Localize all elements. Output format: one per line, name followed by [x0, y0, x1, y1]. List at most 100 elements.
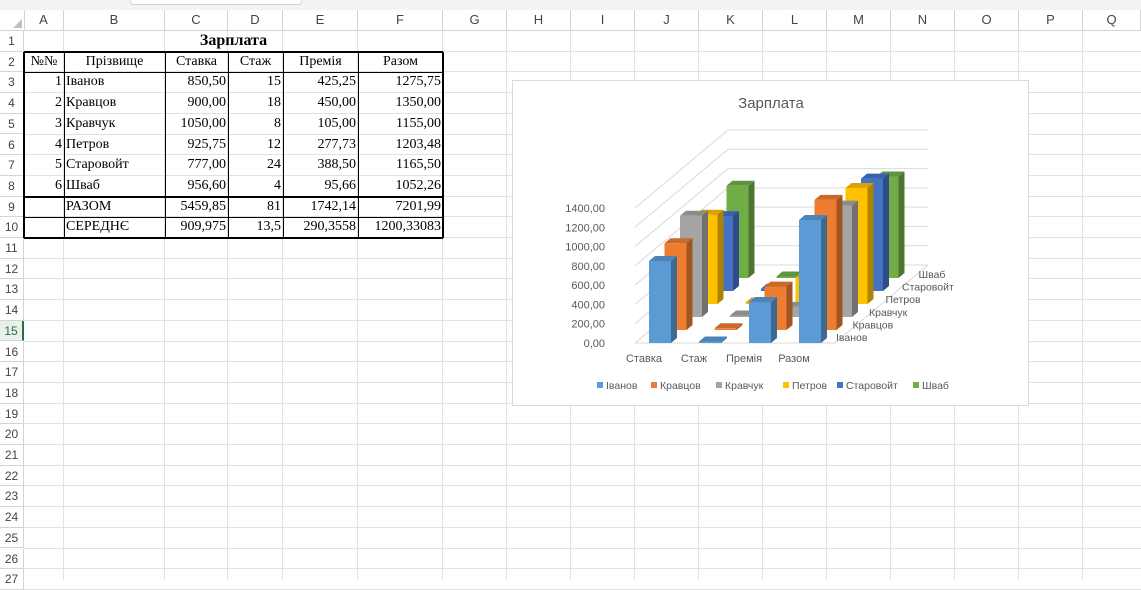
row-header-2[interactable]: 2	[0, 51, 24, 73]
row-header-14[interactable]: 14	[0, 300, 24, 321]
data-cell[interactable]: Шваб	[64, 176, 165, 197]
bar-Іванов-Ставка[interactable]	[649, 255, 677, 343]
data-cell[interactable]: 450,00	[283, 93, 358, 114]
row-header-18[interactable]: 18	[0, 382, 24, 404]
data-cell[interactable]: 1050,00	[165, 114, 228, 135]
data-cell[interactable]: 1165,50	[358, 155, 443, 176]
total-cell[interactable]: 1742,14	[283, 197, 358, 218]
column-header-D[interactable]: D	[228, 10, 283, 30]
row-header-7[interactable]: 7	[0, 155, 24, 176]
data-cell[interactable]: 95,66	[283, 176, 358, 197]
data-cell[interactable]: 1052,26	[358, 176, 443, 197]
column-header-B[interactable]: B	[64, 10, 165, 30]
data-cell[interactable]: 12	[228, 135, 283, 156]
bar-Іванов-Стаж[interactable]	[699, 336, 727, 344]
row-header-13[interactable]: 13	[0, 279, 24, 301]
average-cell[interactable]: 909,975	[165, 217, 228, 238]
table-title-cell[interactable]: Зарплата	[24, 31, 443, 52]
row-header-10[interactable]: 10	[0, 217, 24, 238]
total-cell[interactable]: 7201,99	[358, 197, 443, 218]
data-cell[interactable]: Старовойт	[64, 155, 165, 176]
total-cell[interactable]: 81	[228, 197, 283, 218]
data-cell[interactable]: Іванов	[64, 72, 165, 93]
column-header-F[interactable]: F	[358, 10, 443, 30]
row-header-19[interactable]: 19	[0, 403, 24, 425]
data-cell[interactable]: 2	[24, 93, 64, 114]
data-cell[interactable]: Кравцов	[64, 93, 165, 114]
total-cell[interactable]: 5459,85	[165, 197, 228, 218]
sheet-tab-edge[interactable]	[130, 0, 302, 5]
data-cell[interactable]: 6	[24, 176, 64, 197]
legend-item-Старовойт[interactable]: Старовойт	[837, 380, 898, 392]
data-cell[interactable]: 24	[228, 155, 283, 176]
data-cell[interactable]: 3	[24, 114, 64, 135]
column-header-C[interactable]: C	[165, 10, 228, 30]
column-header-N[interactable]: N	[891, 10, 955, 30]
row-header-5[interactable]: 5	[0, 113, 24, 135]
row-header-21[interactable]: 21	[0, 445, 24, 466]
column-header-G[interactable]: G	[443, 10, 507, 30]
row-header-8[interactable]: 8	[0, 175, 24, 197]
average-cell[interactable]: 290,3558	[283, 217, 358, 238]
row-header-22[interactable]: 22	[0, 465, 24, 487]
average-cell[interactable]: 1200,33083	[358, 217, 443, 238]
row-header-23[interactable]: 23	[0, 486, 24, 508]
data-cell[interactable]: 956,60	[165, 176, 228, 197]
column-header-M[interactable]: M	[827, 10, 891, 30]
bar-Іванов-Разом[interactable]	[799, 214, 827, 343]
average-cell[interactable]: 13,5	[228, 217, 283, 238]
data-cell[interactable]: 1	[24, 72, 64, 93]
column-header-Q[interactable]: Q	[1083, 10, 1141, 30]
row-header-26[interactable]: 26	[0, 548, 24, 570]
row-header-9[interactable]: 9	[0, 196, 24, 218]
header-cell[interactable]: Премія	[283, 52, 358, 73]
salary-chart[interactable]: Зарплата 0,00 200,00 400,00 600,00 800,00 1000…	[512, 80, 1029, 406]
data-cell[interactable]: 1275,75	[358, 72, 443, 93]
header-cell[interactable]: Стаж	[228, 52, 283, 73]
data-cell[interactable]: 105,00	[283, 114, 358, 135]
legend-item-Іванов[interactable]: Іванов	[597, 380, 638, 392]
column-header-O[interactable]: O	[955, 10, 1019, 30]
data-cell[interactable]: 425,25	[283, 72, 358, 93]
data-cell[interactable]: Петров	[64, 135, 165, 156]
data-cell[interactable]: 4	[228, 176, 283, 197]
row-header-20[interactable]: 20	[0, 424, 24, 445]
data-cell[interactable]: Кравчук	[64, 114, 165, 135]
row-header-4[interactable]: 4	[0, 93, 24, 114]
column-header-I[interactable]: I	[571, 10, 635, 30]
column-header-H[interactable]: H	[507, 10, 571, 30]
legend-item-Кравцов[interactable]: Кравцов	[651, 380, 701, 392]
row-header-15[interactable]: 15	[0, 320, 24, 342]
row-header-1[interactable]: 1	[0, 31, 24, 52]
header-cell[interactable]: Прізвище	[64, 52, 165, 73]
row-header-12[interactable]: 12	[0, 258, 24, 280]
column-header-E[interactable]: E	[283, 10, 358, 30]
data-cell[interactable]: 1350,00	[358, 93, 443, 114]
data-cell[interactable]: 4	[24, 135, 64, 156]
header-cell[interactable]: №№	[24, 52, 64, 73]
row-header-6[interactable]: 6	[0, 134, 24, 156]
header-cell[interactable]: Ставка	[165, 52, 228, 73]
data-cell[interactable]: 1203,48	[358, 135, 443, 156]
data-cell[interactable]: 15	[228, 72, 283, 93]
legend-item-Шваб[interactable]: Шваб	[913, 380, 949, 392]
legend-item-Петров[interactable]: Петров	[783, 380, 828, 392]
bar-Іванов-Премія[interactable]	[749, 296, 777, 343]
data-cell[interactable]: 5	[24, 155, 64, 176]
row-header-17[interactable]: 17	[0, 362, 24, 383]
data-cell[interactable]: 277,73	[283, 135, 358, 156]
row-header-25[interactable]: 25	[0, 527, 24, 549]
data-cell[interactable]: 850,50	[165, 72, 228, 93]
row-header-16[interactable]: 16	[0, 341, 24, 363]
column-header-A[interactable]: A	[24, 10, 64, 30]
data-cell[interactable]: 777,00	[165, 155, 228, 176]
data-cell[interactable]: 900,00	[165, 93, 228, 114]
row-header-11[interactable]: 11	[0, 238, 24, 259]
header-cell[interactable]: Разом	[358, 52, 443, 73]
column-header-J[interactable]: J	[635, 10, 699, 30]
column-header-L[interactable]: L	[763, 10, 827, 30]
bar-Кравцов-Стаж[interactable]	[714, 323, 743, 330]
select-all-corner[interactable]	[0, 10, 25, 30]
data-cell[interactable]: 388,50	[283, 155, 358, 176]
row-header-24[interactable]: 24	[0, 507, 24, 528]
